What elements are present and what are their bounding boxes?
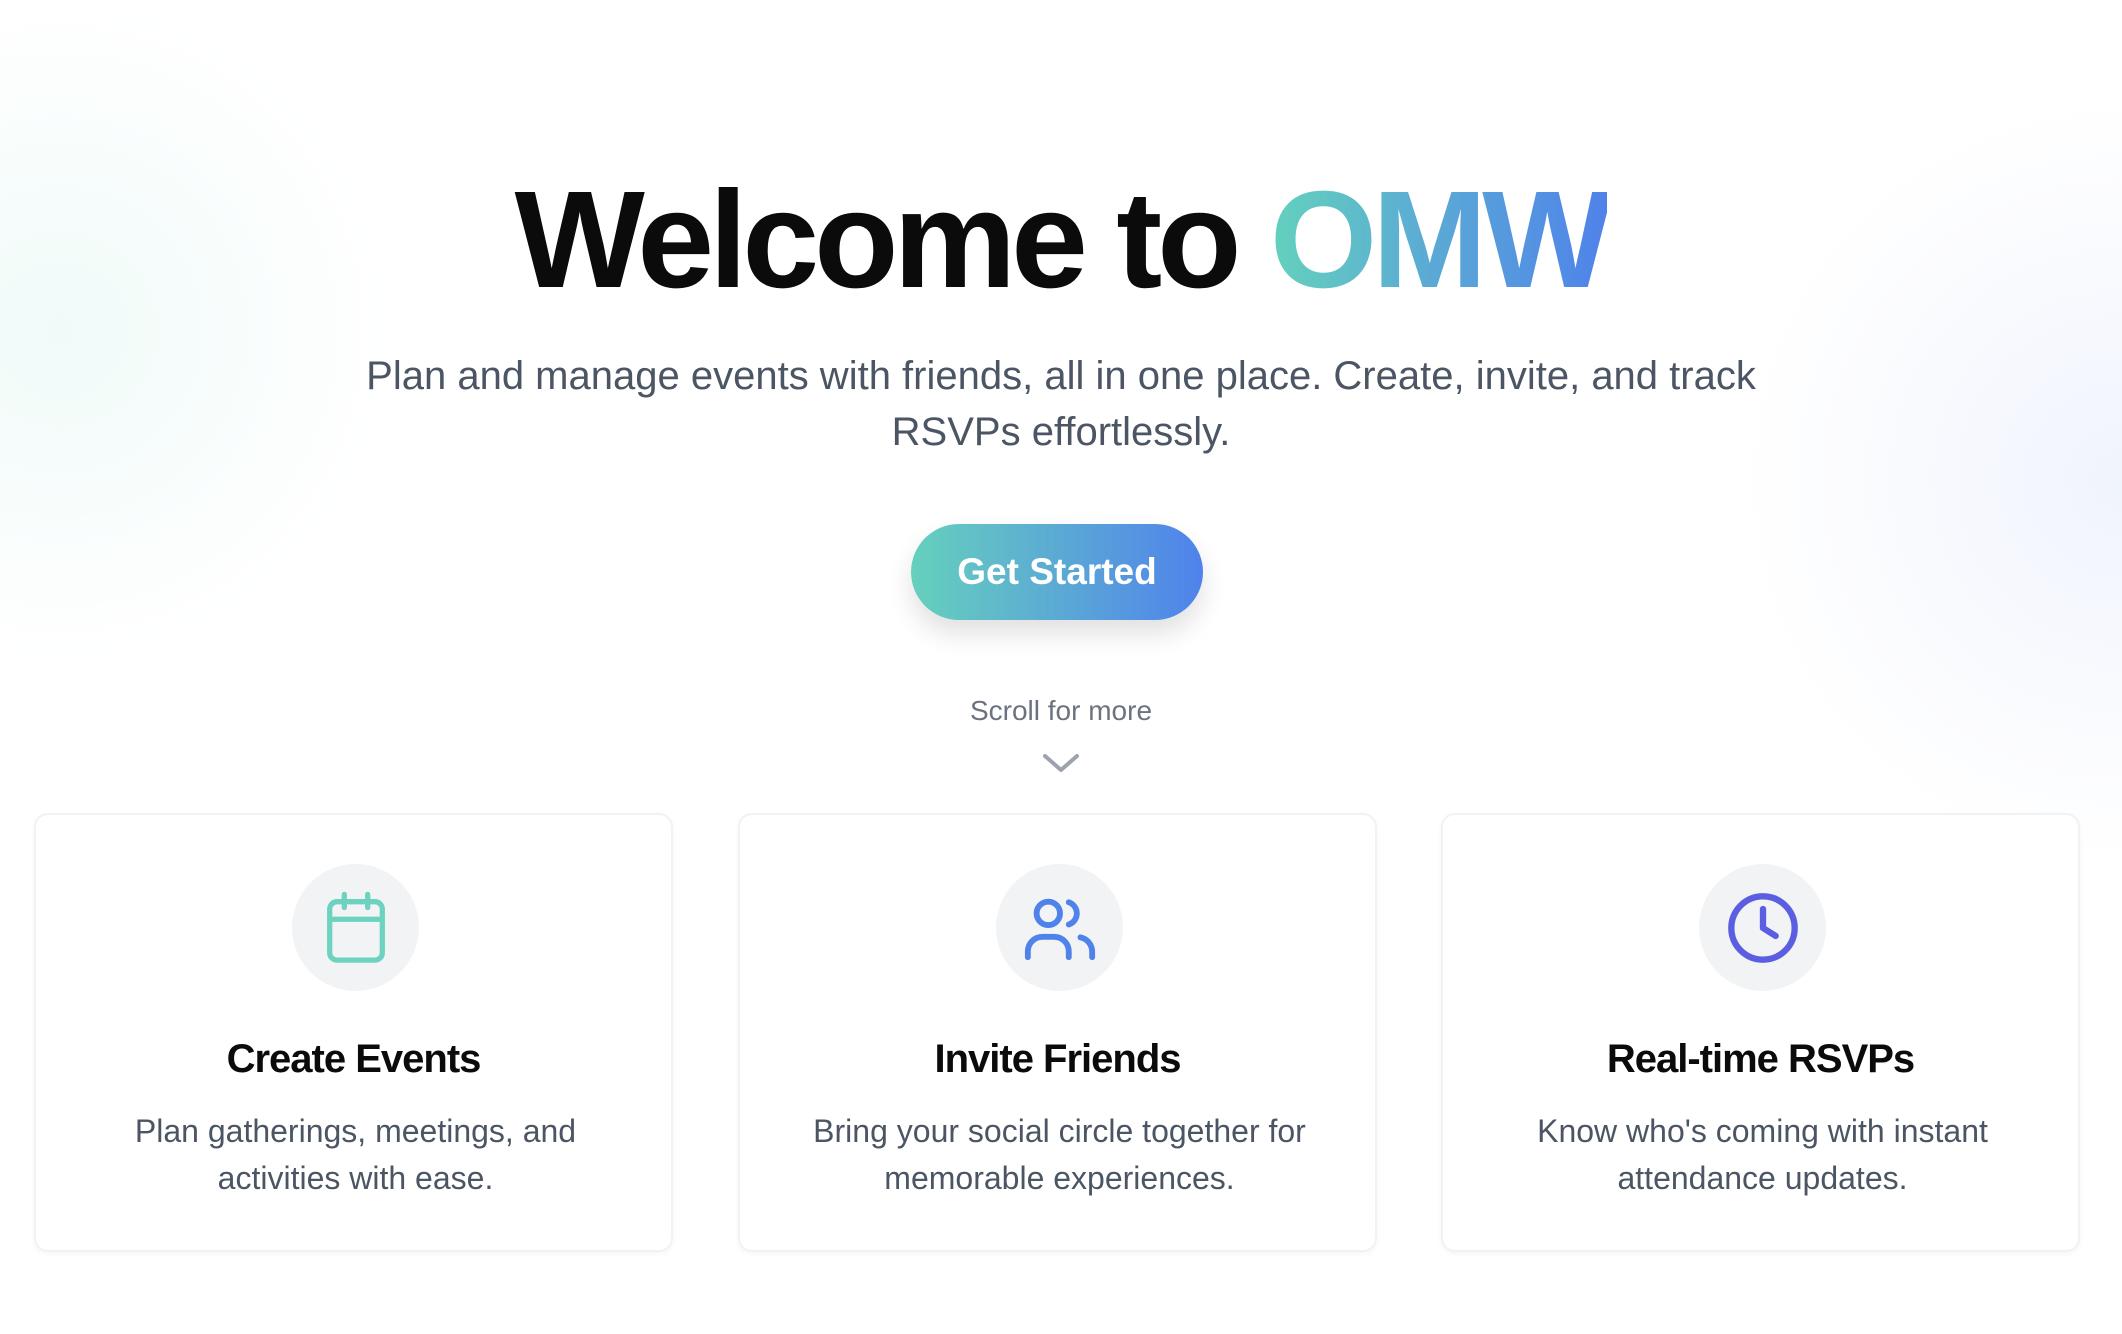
icon-circle	[1699, 864, 1826, 991]
calendar-icon	[326, 891, 385, 963]
feature-title: Real-time RSVPs	[1606, 1037, 1915, 1081]
feature-card-create-events: Create Events Plan gatherings, meetings,…	[34, 813, 673, 1252]
chevron-down-icon[interactable]	[1042, 752, 1080, 774]
feature-title: Invite Friends	[934, 1037, 1181, 1081]
feature-card-invite-friends: Invite Friends Bring your social circle …	[738, 813, 1377, 1252]
page-title: Welcome to OMW	[0, 160, 2122, 320]
get-started-button[interactable]: Get Started	[911, 524, 1203, 620]
users-icon	[1024, 898, 1095, 960]
hero-subtitle: Plan and manage events with friends, all…	[366, 354, 1756, 454]
title-prefix: Welcome to	[514, 163, 1270, 317]
scroll-hint: Scroll for more	[969, 695, 1153, 726]
icon-circle	[996, 864, 1123, 991]
feature-card-realtime-rsvps: Real-time RSVPs Know who's coming with i…	[1441, 813, 2080, 1252]
brand-name: OMW	[1269, 163, 1613, 317]
clock-icon	[1727, 892, 1798, 963]
feature-description: Know who's coming with instant attendanc…	[1537, 1113, 1988, 1196]
icon-circle	[292, 864, 419, 991]
feature-title: Create Events	[226, 1037, 482, 1081]
feature-description: Bring your social circle together for me…	[813, 1113, 1306, 1196]
feature-description: Plan gatherings, meetings, and activitie…	[134, 1113, 577, 1196]
